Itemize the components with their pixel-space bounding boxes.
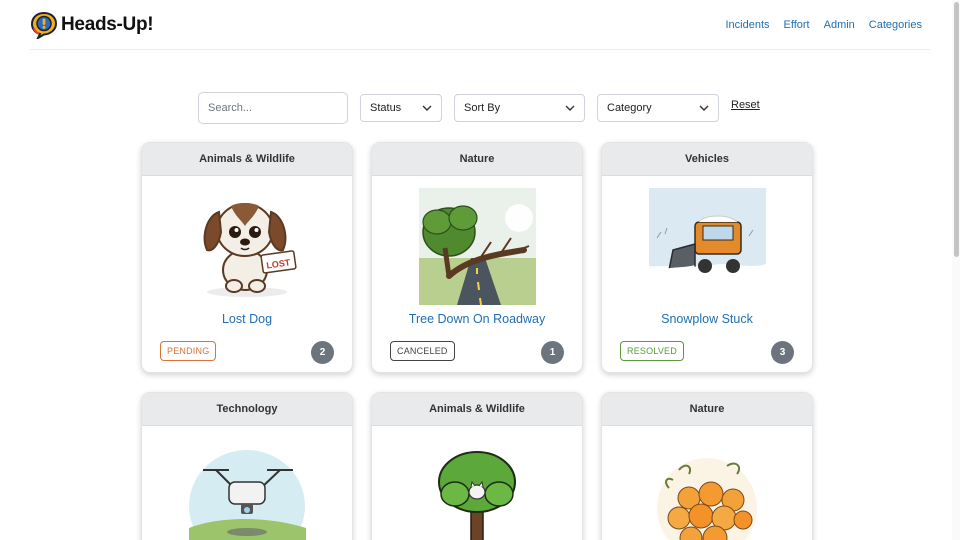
brand[interactable]: Heads-Up!: [30, 11, 154, 39]
incident-card[interactable]: Nature Tree Down On Roadway CANCELED 1: [371, 142, 583, 373]
brand-name: Heads-Up!: [61, 14, 154, 35]
incident-card[interactable]: Animals & Wildlife: [371, 392, 583, 540]
search-input[interactable]: [198, 92, 348, 124]
card-title-link[interactable]: Tree Down On Roadway: [372, 312, 582, 326]
status-badge: PENDING: [160, 341, 217, 361]
count-badge: 1: [541, 341, 564, 364]
pumpkins-illustration: [649, 448, 766, 540]
incident-card[interactable]: Nature: [601, 392, 813, 540]
category-select[interactable]: Category: [597, 94, 719, 122]
navbar: Heads-Up! Incidents Effort Admin Categor…: [0, 0, 952, 50]
snowplow-illustration: [649, 188, 766, 305]
card-category: Technology: [142, 393, 352, 426]
nav-links: Incidents Effort Admin Categories: [725, 19, 922, 31]
sort-select-label: Sort By: [464, 102, 501, 114]
alert-bubble-logo-icon: [30, 11, 58, 39]
count-badge: 3: [771, 341, 794, 364]
fallen-tree-illustration: [419, 188, 536, 305]
nav-link-effort[interactable]: Effort: [784, 19, 810, 31]
reset-link[interactable]: Reset: [731, 99, 760, 111]
sort-select[interactable]: Sort By: [454, 94, 585, 122]
card-category: Vehicles: [602, 143, 812, 176]
incident-card[interactable]: Vehicles Snowplow Stuck RESOLVED 3: [601, 142, 813, 373]
card-title-link[interactable]: Snowplow Stuck: [602, 312, 812, 326]
chevron-down-icon: [565, 105, 575, 111]
nav-link-incidents[interactable]: Incidents: [725, 19, 769, 31]
nav-link-admin[interactable]: Admin: [824, 19, 855, 31]
chevron-down-icon: [422, 105, 432, 111]
scrollbar-thumb[interactable]: [954, 2, 959, 257]
scrollbar-track[interactable]: [952, 0, 960, 540]
count-badge: 2: [311, 341, 334, 364]
chevron-down-icon: [699, 105, 709, 111]
cat-in-tree-illustration: [419, 448, 536, 540]
status-select-label: Status: [370, 102, 402, 114]
status-select[interactable]: Status: [360, 94, 442, 122]
nav-link-categories[interactable]: Categories: [869, 19, 922, 31]
drone-illustration: [189, 450, 306, 540]
status-badge: RESOLVED: [620, 341, 684, 361]
status-badge: CANCELED: [390, 341, 455, 361]
lost-dog-illustration: LOST: [189, 188, 306, 305]
card-category: Nature: [602, 393, 812, 426]
header-divider: [30, 49, 930, 50]
incident-card[interactable]: Animals & Wildlife LOST Lost Dog PENDING…: [141, 142, 353, 373]
card-category: Nature: [372, 143, 582, 176]
card-title-link[interactable]: Lost Dog: [142, 312, 352, 326]
card-category: Animals & Wildlife: [142, 143, 352, 176]
category-select-label: Category: [607, 102, 652, 114]
card-category: Animals & Wildlife: [372, 393, 582, 426]
incident-card[interactable]: Technology: [141, 392, 353, 540]
